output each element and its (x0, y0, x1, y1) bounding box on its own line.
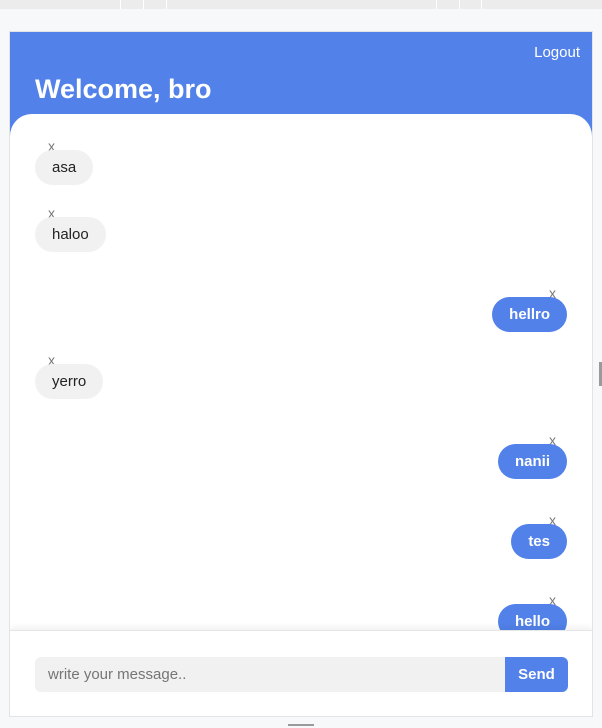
send-button[interactable]: Send (505, 657, 568, 692)
message-item: x tes (497, 512, 567, 560)
message-bubble: nanii (497, 444, 567, 479)
divider (436, 0, 437, 9)
message-bubble: hello (497, 604, 567, 630)
message-item: x asa (35, 138, 95, 186)
divider (120, 0, 121, 9)
message-item: x haloo (35, 205, 115, 253)
message-item: x yerro (35, 352, 115, 400)
divider (481, 0, 482, 9)
message-item: x hellro (477, 285, 567, 333)
message-bubble: tes (511, 524, 567, 559)
chat-card: Logout Welcome, bro x asa x haloo x hell… (9, 31, 593, 717)
message-bubble: hellro (492, 297, 567, 332)
browser-top-strip (0, 0, 602, 9)
resize-handle[interactable] (288, 724, 314, 726)
divider (166, 0, 167, 9)
message-item: x hello (477, 592, 567, 630)
message-list[interactable]: x asa x haloo x hellro x yerro x nanii x… (10, 114, 592, 630)
message-composer: Send (10, 630, 592, 716)
logout-link[interactable]: Logout (534, 44, 580, 61)
divider (459, 0, 460, 9)
message-item: x nanii (477, 432, 567, 480)
message-bubble: asa (35, 150, 94, 185)
message-input[interactable] (35, 657, 506, 692)
divider (143, 0, 144, 9)
message-bubble: haloo (35, 217, 106, 252)
message-bubble: yerro (35, 364, 104, 399)
page-title: Welcome, bro (35, 74, 212, 104)
